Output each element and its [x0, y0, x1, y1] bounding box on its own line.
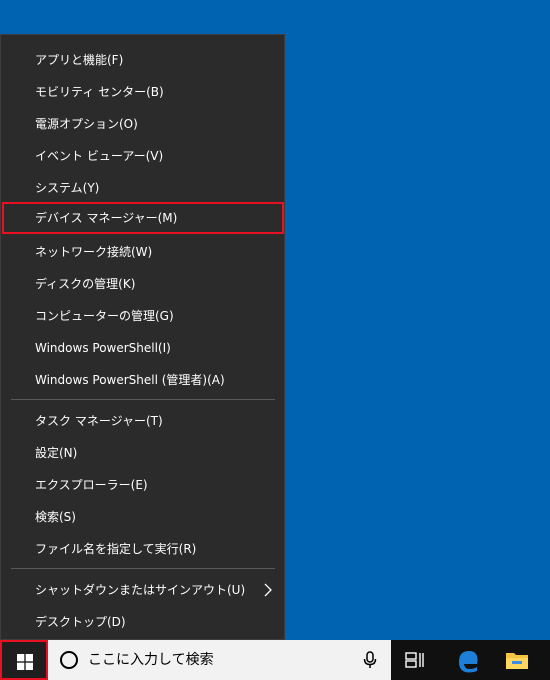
search-circle-icon	[60, 651, 78, 669]
menu-item-computer-management[interactable]: コンピューターの管理(G)	[2, 300, 284, 332]
file-explorer-icon[interactable]	[505, 649, 529, 671]
menu-separator	[11, 399, 275, 400]
edge-icon[interactable]	[456, 649, 480, 673]
microphone-icon[interactable]	[363, 651, 377, 669]
menu-item-desktop[interactable]: デスクトップ(D)	[2, 606, 284, 638]
winx-context-menu: アプリと機能(F) モビリティ センター(B) 電源オプション(O) イベント …	[0, 34, 285, 640]
menu-item-settings[interactable]: 設定(N)	[2, 437, 284, 469]
search-placeholder: ここに入力して検索	[88, 652, 214, 668]
menu-item-label: シャットダウンまたはサインアウト(U)	[35, 583, 246, 597]
menu-item-task-manager[interactable]: タスク マネージャー(T)	[2, 405, 284, 437]
chevron-right-icon	[264, 583, 272, 597]
menu-item-event-viewer[interactable]: イベント ビューアー(V)	[2, 140, 284, 172]
menu-item-shutdown-signout[interactable]: シャットダウンまたはサインアウト(U)	[2, 574, 284, 606]
menu-item-search[interactable]: 検索(S)	[2, 501, 284, 533]
menu-item-run[interactable]: ファイル名を指定して実行(R)	[2, 533, 284, 565]
task-view-icon[interactable]	[405, 651, 425, 669]
start-button[interactable]	[0, 640, 48, 680]
menu-item-power-options[interactable]: 電源オプション(O)	[2, 108, 284, 140]
windows-logo-icon	[17, 654, 33, 670]
menu-separator	[11, 568, 275, 569]
menu-item-mobility-center[interactable]: モビリティ センター(B)	[2, 76, 284, 108]
menu-item-file-explorer[interactable]: エクスプローラー(E)	[2, 469, 284, 501]
menu-item-system[interactable]: システム(Y)	[2, 172, 284, 204]
menu-item-device-manager[interactable]: デバイス マネージャー(M)	[2, 202, 284, 234]
menu-item-apps-and-features[interactable]: アプリと機能(F)	[2, 44, 284, 76]
menu-item-disk-management[interactable]: ディスクの管理(K)	[2, 268, 284, 300]
taskbar-search-box[interactable]: ここに入力して検索	[48, 640, 391, 680]
menu-item-powershell-admin[interactable]: Windows PowerShell (管理者)(A)	[2, 364, 284, 396]
menu-item-powershell[interactable]: Windows PowerShell(I)	[2, 332, 284, 364]
menu-item-network-connections[interactable]: ネットワーク接続(W)	[2, 236, 284, 268]
taskbar: ここに入力して検索	[0, 640, 550, 680]
